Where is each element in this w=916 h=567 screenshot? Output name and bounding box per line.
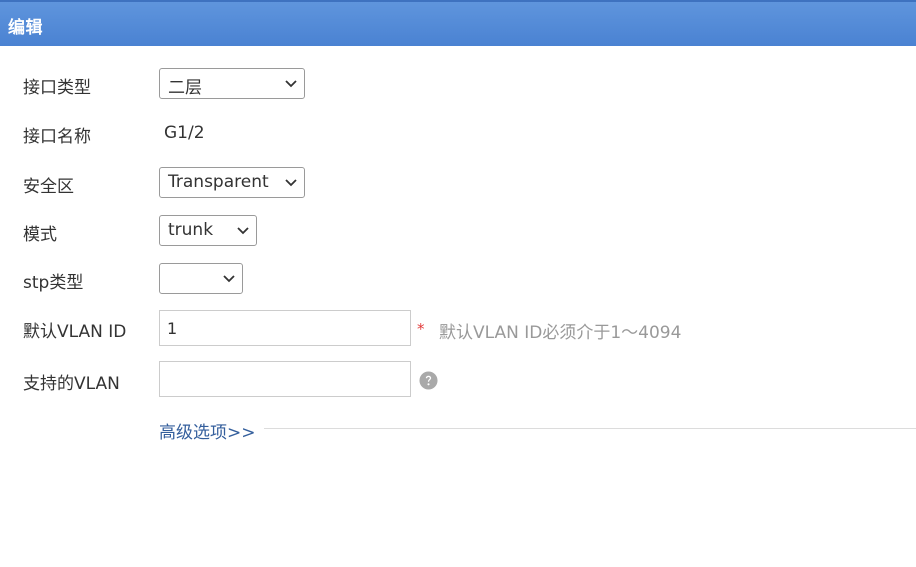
interface-name-value: G1/2 — [164, 123, 205, 143]
interface-type-value: 二层 — [168, 78, 202, 98]
chevron-down-icon — [223, 275, 235, 283]
supported-vlan-input[interactable] — [159, 361, 411, 397]
default-vlan-hint: 默认VLAN ID必须介于1～4094 — [439, 323, 682, 343]
required-mark: * — [417, 320, 425, 338]
stp-type-label: stp类型 — [23, 273, 84, 293]
mode-value: trunk — [168, 220, 214, 240]
mode-select[interactable]: trunk — [159, 215, 257, 246]
question-circle-icon[interactable] — [419, 371, 438, 390]
advanced-options-link[interactable]: 高级选项>> — [159, 418, 256, 443]
chevron-down-icon — [237, 227, 249, 235]
interface-type-label: 接口类型 — [23, 78, 91, 98]
default-vlan-label: 默认VLAN ID — [23, 322, 127, 342]
mode-label: 模式 — [23, 225, 57, 245]
interface-name-label: 接口名称 — [23, 127, 91, 147]
security-zone-label: 安全区 — [23, 177, 74, 197]
divider — [264, 428, 916, 429]
chevron-down-icon — [285, 80, 297, 88]
security-zone-value: Transparent — [168, 172, 269, 192]
dialog-title: 编辑 — [8, 18, 43, 38]
default-vlan-input[interactable] — [159, 310, 411, 346]
interface-type-select[interactable]: 二层 — [159, 68, 305, 99]
security-zone-select[interactable]: Transparent — [159, 167, 305, 198]
stp-type-select[interactable] — [159, 263, 243, 294]
dialog-titlebar: 编辑 — [0, 0, 916, 46]
supported-vlan-label: 支持的VLAN — [23, 374, 120, 394]
chevron-down-icon — [285, 179, 297, 187]
